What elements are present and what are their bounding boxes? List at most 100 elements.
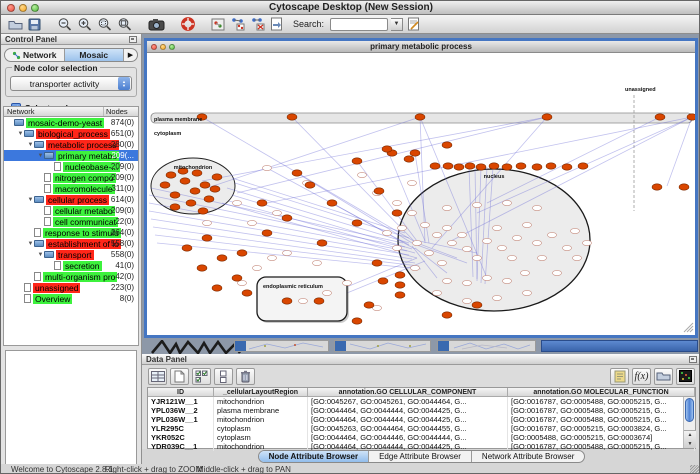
network-overview-icon[interactable] xyxy=(210,16,226,32)
table-row[interactable]: YPL036W__2plasma membrane[GO:0044464, GO… xyxy=(148,406,695,415)
tab-mosaic[interactable]: Mosaic xyxy=(65,49,125,61)
table-cell: cytoplasm xyxy=(214,433,308,442)
import-network-icon[interactable] xyxy=(269,16,284,32)
table-row[interactable]: YLR295Ccytoplasm[GO:0045263, GO:0044464,… xyxy=(148,424,695,433)
minimized-window[interactable] xyxy=(437,340,536,352)
table-column-header[interactable]: annotation.GO CELLULAR_COMPONENT xyxy=(308,388,508,396)
close-button[interactable] xyxy=(7,4,15,12)
tab-overflow-arrow[interactable]: ▶ xyxy=(124,49,137,61)
tree-row[interactable]: ▼establishment of lo558(0) xyxy=(4,238,138,249)
search-options-icon[interactable] xyxy=(406,16,421,32)
float-panel-icon[interactable] xyxy=(129,36,137,43)
tree-row[interactable]: macromolecule311(0) xyxy=(4,183,138,194)
node-color-combobox[interactable]: transporter activity ▲▼ xyxy=(10,76,132,91)
table-cell: YJR121W__1 xyxy=(148,397,214,406)
float-panel-icon[interactable] xyxy=(689,356,697,363)
data-panel-toolbar: f(x) xyxy=(142,365,700,387)
file-icon xyxy=(24,283,31,292)
scrollbar-thumb[interactable] xyxy=(685,398,694,422)
tree-row[interactable]: ▼transport558(0) xyxy=(4,249,138,260)
tree-row[interactable]: ▼cellular process614(0) xyxy=(4,194,138,205)
tree-row-label: mosaic-demo-yeast xyxy=(26,118,104,128)
frame-minimize-button[interactable] xyxy=(160,44,166,50)
resize-grip[interactable] xyxy=(690,465,700,474)
birds-eye-view[interactable] xyxy=(5,350,137,474)
zoom-selected-region-icon[interactable] xyxy=(96,16,113,32)
attribute-table-icon[interactable] xyxy=(148,368,167,385)
tab-node-attribute-browser[interactable]: Node Attribute Browser xyxy=(259,451,370,462)
expand-arrow-icon[interactable]: ▼ xyxy=(37,252,44,258)
tree-row[interactable]: unassigned223(0) xyxy=(4,282,138,293)
tree-row[interactable]: mosaic-demo-yeast874(0) xyxy=(4,117,138,128)
tree-row[interactable]: ▼primary metabo209(... xyxy=(4,150,138,161)
tab-network[interactable]: Network xyxy=(5,49,65,61)
zoom-out-icon[interactable] xyxy=(56,16,73,32)
minimize-button[interactable] xyxy=(19,4,27,12)
tree-column-nodes[interactable]: Nodes xyxy=(104,107,138,116)
unselect-attributes-icon[interactable] xyxy=(214,368,233,385)
zoom-window-button[interactable] xyxy=(31,4,39,12)
network-frame-titlebar[interactable]: primary metabolic process xyxy=(147,41,695,53)
window-titlebar: Cytoscape Desktop (New Session) xyxy=(1,1,700,15)
tree-row[interactable]: ▼metabolic process280(0) xyxy=(4,139,138,150)
minimized-window[interactable] xyxy=(334,340,431,352)
tree-row[interactable]: ▼biological_process651(0) xyxy=(4,128,138,139)
tree-row[interactable]: cellular metabo209(0) xyxy=(4,205,138,216)
file-icon xyxy=(44,206,51,215)
table-row[interactable]: YJR121W__1mitochondrion[GO:0045267, GO:0… xyxy=(148,397,695,406)
tree-row[interactable]: cell communicat22(0) xyxy=(4,216,138,227)
help-icon[interactable] xyxy=(180,16,196,32)
table-column-header[interactable]: ID xyxy=(148,388,214,396)
network-tree-panel: Network Nodes mosaic-demo-yeast874(0)▼bi… xyxy=(3,106,139,346)
expand-arrow-icon[interactable]: ▼ xyxy=(27,142,34,148)
tree-row[interactable]: nitrogen compo209(0) xyxy=(4,172,138,183)
snapshot-camera-icon[interactable] xyxy=(147,16,166,32)
tree-row[interactable]: secretion41(0) xyxy=(4,260,138,271)
create-network-view-icon[interactable] xyxy=(229,16,246,32)
table-column-header[interactable]: annotation.GO MOLECULAR_FUNCTION xyxy=(508,388,695,396)
tree-row-count: 209(... xyxy=(111,151,134,160)
search-dropdown-arrow[interactable]: ▼ xyxy=(391,18,403,31)
table-row[interactable]: YKR052Ccytoplasm[GO:0044464, GO:0044446,… xyxy=(148,433,695,442)
combobox-stepper-icon: ▲▼ xyxy=(118,77,130,90)
minimized-window[interactable] xyxy=(234,340,329,352)
tab-network-attribute-browser[interactable]: Network Attribute Browser xyxy=(472,451,584,462)
tree-row[interactable]: response to stimulu264(0) xyxy=(4,227,138,238)
search-input[interactable] xyxy=(330,18,388,31)
attribute-editor-icon[interactable] xyxy=(610,368,629,385)
destroy-network-view-icon[interactable] xyxy=(249,16,266,32)
network-canvas[interactable]: plasma membranecytoplasmmitochondrionnuc… xyxy=(147,53,695,335)
tree-column-network[interactable]: Network xyxy=(4,107,104,116)
tree-row-label: metabolic process xyxy=(46,140,119,150)
table-scrollbar[interactable]: ▲▼ xyxy=(683,397,695,448)
tab-edge-attribute-browser[interactable]: Edge Attribute Browser xyxy=(369,451,472,462)
zoom-fit-icon[interactable] xyxy=(116,16,133,32)
expand-arrow-icon[interactable]: ▼ xyxy=(27,197,34,203)
table-row[interactable]: YPL036W__1mitochondrion[GO:0044464, GO:0… xyxy=(148,415,695,424)
zoom-in-icon[interactable] xyxy=(76,16,93,32)
tree-row[interactable]: multi-organism pro42(0) xyxy=(4,271,138,282)
tree-row-count: 22(0) xyxy=(115,217,134,226)
delete-attribute-icon[interactable] xyxy=(236,368,255,385)
function-builder-icon[interactable]: f(x) xyxy=(632,368,651,385)
open-file-icon[interactable] xyxy=(7,16,24,32)
tree-row[interactable]: Overview8(0) xyxy=(4,293,138,304)
region-label: plasma membrane xyxy=(154,117,202,123)
minimized-window-active[interactable] xyxy=(541,340,698,352)
expand-arrow-icon[interactable]: ▼ xyxy=(37,153,44,159)
create-attribute-icon[interactable] xyxy=(170,368,189,385)
table-cell: mitochondrion xyxy=(214,415,308,424)
frame-close-button[interactable] xyxy=(151,44,157,50)
select-attributes-icon[interactable] xyxy=(192,368,211,385)
expand-arrow-icon[interactable]: ▼ xyxy=(27,241,34,247)
save-icon[interactable] xyxy=(27,16,42,32)
frame-zoom-button[interactable] xyxy=(169,44,175,50)
attribute-matrix-icon[interactable] xyxy=(676,368,695,385)
import-attributes-icon[interactable] xyxy=(654,368,673,385)
tree-row-label: response to stimulu xyxy=(43,228,121,238)
folder-icon xyxy=(34,196,44,203)
table-column-header[interactable]: _cellularLayoutRegion xyxy=(214,388,308,396)
expand-arrow-icon[interactable]: ▼ xyxy=(17,131,24,137)
tree-row[interactable]: nucleobase-...209(0) xyxy=(4,161,138,172)
scrollbar-arrows[interactable]: ▲▼ xyxy=(684,430,696,448)
